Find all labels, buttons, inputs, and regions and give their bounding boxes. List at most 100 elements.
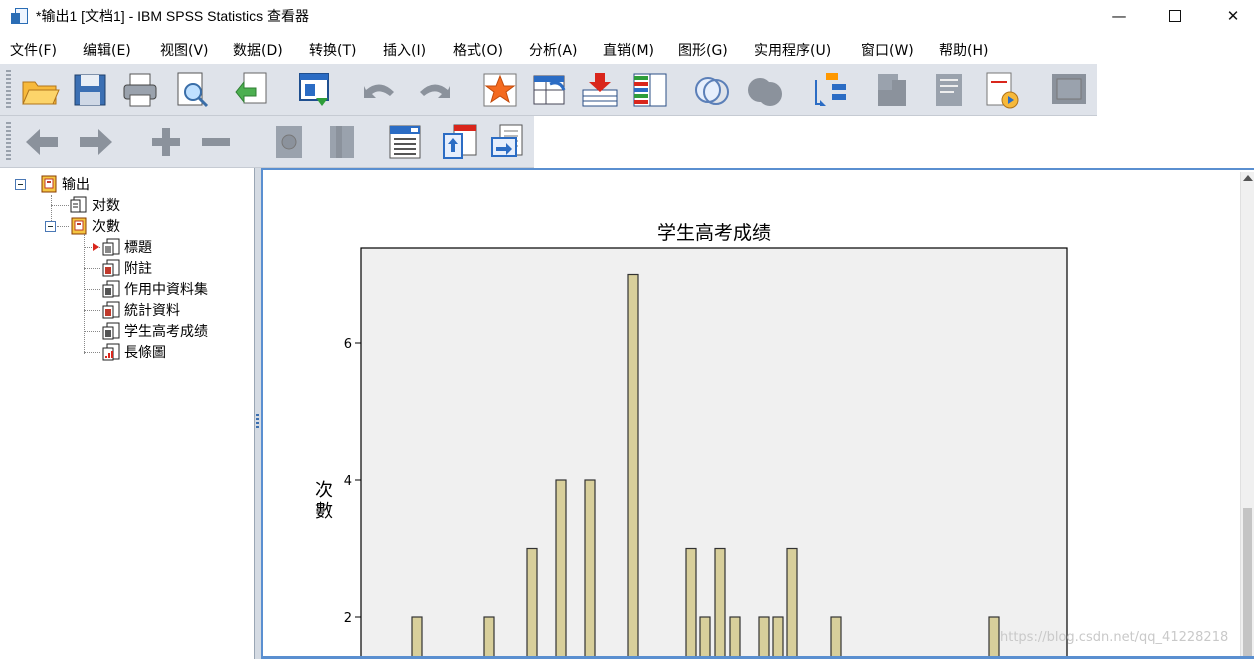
insert-heading-button[interactable] xyxy=(386,122,426,162)
bar[interactable] xyxy=(988,616,1000,659)
collapse-button[interactable] xyxy=(196,122,236,162)
show-all-button[interactable] xyxy=(982,70,1022,110)
menu-file[interactable]: 文件(F) xyxy=(10,40,57,60)
output-book-icon xyxy=(70,217,88,235)
demote-button[interactable] xyxy=(76,122,116,162)
promote-button[interactable] xyxy=(22,122,62,162)
toolbar-grip[interactable] xyxy=(6,70,11,110)
redo-button[interactable] xyxy=(414,70,454,110)
tree-node-active-dataset[interactable]: 作用中資料集 xyxy=(102,279,208,299)
bar[interactable] xyxy=(555,479,567,659)
menu-data[interactable]: 数据(D) xyxy=(233,40,283,60)
goto-case-icon xyxy=(483,73,517,107)
menu-analyze[interactable]: 分析(A) xyxy=(529,40,578,60)
bar[interactable] xyxy=(729,616,741,659)
split-file-button[interactable] xyxy=(810,70,850,110)
outline-pane: 输出 对数 次數 標題 附註 作用中資料集 統計資料学生高考成绩 長條圖 xyxy=(0,168,255,659)
collapse-output-toggle[interactable] xyxy=(15,179,26,190)
save-button[interactable] xyxy=(70,70,110,110)
hide-icon xyxy=(330,126,354,158)
select-cases-icon xyxy=(695,77,729,105)
hide-button[interactable] xyxy=(322,122,362,162)
tree-node-title[interactable]: 標題 xyxy=(102,237,152,257)
vertical-scrollbar[interactable] xyxy=(1240,172,1254,659)
bar[interactable] xyxy=(699,616,711,659)
variables-button[interactable] xyxy=(630,70,670,110)
goto-case-button[interactable] xyxy=(480,70,520,110)
split-file-icon xyxy=(815,73,846,106)
insert-cases-button[interactable] xyxy=(580,70,620,110)
expand-button[interactable] xyxy=(146,122,186,162)
menu-window[interactable]: 窗口(W) xyxy=(861,40,914,60)
scroll-thumb[interactable] xyxy=(1243,508,1252,658)
plot-area xyxy=(360,247,1068,659)
bar[interactable] xyxy=(685,547,697,659)
menu-edit[interactable]: 编辑(E) xyxy=(83,40,131,60)
tree-label-output: 输出 xyxy=(62,177,90,193)
export-button[interactable] xyxy=(232,70,272,110)
tree-node-frequencies[interactable]: 次數 xyxy=(70,216,120,236)
menu-graphs[interactable]: 图形(G) xyxy=(678,40,728,60)
minimize-icon: — xyxy=(1111,6,1127,25)
tree-label-bar-chart: 長條圖 xyxy=(124,345,166,361)
menu-format[interactable]: 格式(O) xyxy=(453,40,503,60)
tree-node-log[interactable]: 对数 xyxy=(70,195,120,215)
menu-view[interactable]: 视图(V) xyxy=(160,40,209,60)
bar[interactable] xyxy=(483,616,495,659)
tree-node-output[interactable]: 输出 xyxy=(40,174,90,194)
weight-cases-button[interactable] xyxy=(744,70,784,110)
select-cases-button[interactable] xyxy=(692,70,732,110)
tree-label-score-table: 学生高考成绩 xyxy=(124,324,208,340)
insert-text-button[interactable] xyxy=(488,122,528,162)
window-title: *输出1 [文档1] - IBM SPSS Statistics 查看器 xyxy=(36,7,310,24)
value-labels-button[interactable] xyxy=(872,70,912,110)
undo-icon xyxy=(364,84,394,98)
bar[interactable] xyxy=(627,273,639,659)
bar[interactable] xyxy=(786,547,798,659)
maximize-button[interactable] xyxy=(1152,0,1198,31)
minimize-button[interactable]: — xyxy=(1096,0,1142,31)
scroll-up-icon[interactable] xyxy=(1243,175,1253,181)
bar[interactable] xyxy=(758,616,770,659)
tree-node-notes[interactable]: 附註 xyxy=(102,258,152,278)
bar[interactable] xyxy=(830,616,842,659)
bar[interactable] xyxy=(714,547,726,659)
undo-button[interactable] xyxy=(360,70,400,110)
print-preview-button[interactable] xyxy=(172,70,212,110)
open-folder-icon xyxy=(22,81,60,105)
recall-dialog-button[interactable] xyxy=(294,70,334,110)
goto-variable-button[interactable] xyxy=(530,70,570,110)
tree-node-statistics[interactable]: 統計資料 xyxy=(102,300,180,320)
menu-help[interactable]: 帮助(H) xyxy=(939,40,988,60)
log-icon xyxy=(70,196,88,214)
run-script-icon xyxy=(1052,74,1086,104)
bar[interactable] xyxy=(584,479,596,659)
menu-utilities[interactable]: 实用程序(U) xyxy=(754,40,831,60)
menu-direct-marketing[interactable]: 直销(M) xyxy=(603,40,654,60)
y-tick-label: 6 xyxy=(344,337,352,352)
bar[interactable] xyxy=(411,616,423,659)
collapse-freq-toggle[interactable] xyxy=(45,221,56,232)
toolbar-grip[interactable] xyxy=(6,122,11,162)
menu-transform[interactable]: 转换(T) xyxy=(309,40,356,60)
show-button[interactable] xyxy=(270,122,310,162)
run-script-button[interactable] xyxy=(1048,70,1088,110)
bar-chart[interactable]: 学生高考成绩 2 4 6 次數 xyxy=(263,170,1238,659)
score-table-icon xyxy=(102,322,120,340)
bar[interactable] xyxy=(772,616,784,659)
statistics-icon xyxy=(102,301,120,319)
insert-title-button[interactable] xyxy=(440,122,480,162)
use-sets-button[interactable] xyxy=(930,70,970,110)
maximize-icon xyxy=(1169,9,1181,22)
toolbar-area-blank xyxy=(534,116,1097,168)
open-folder-button[interactable] xyxy=(20,70,60,110)
tree-node-score-table[interactable]: 学生高考成绩 xyxy=(102,321,208,341)
bar[interactable] xyxy=(526,547,538,659)
toolbar-area-blank xyxy=(1097,64,1254,168)
menu-insert[interactable]: 插入(I) xyxy=(383,40,426,60)
insert-text-icon xyxy=(491,124,523,157)
print-button[interactable] xyxy=(120,70,160,110)
close-button[interactable]: ✕ xyxy=(1210,0,1254,31)
notes-icon xyxy=(102,259,120,277)
tree-node-bar-chart[interactable]: 長條圖 xyxy=(102,342,166,362)
